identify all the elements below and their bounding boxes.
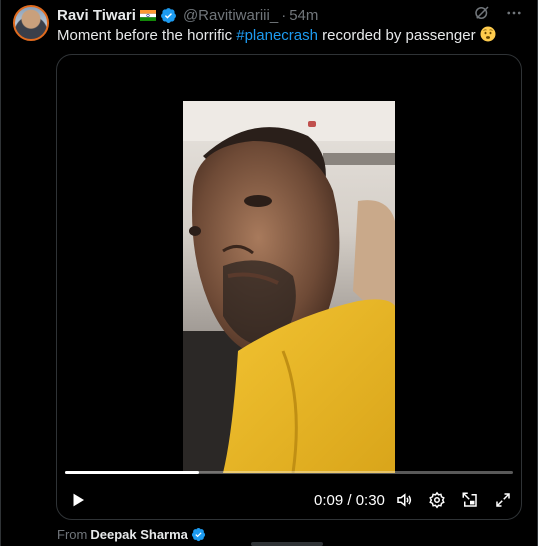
tweet-card[interactable]: Ravi Tiwari @Ravitiwariii_ · 54m Moment … — [0, 0, 538, 546]
verified-badge-icon[interactable] — [160, 7, 177, 24]
video-player[interactable]: 0:09 / 0:30 — [56, 54, 522, 520]
attribution-name[interactable]: Deepak Sharma — [90, 527, 188, 542]
play-icon[interactable] — [69, 491, 87, 509]
scroll-indicator — [251, 542, 323, 546]
video-time-display: 0:09 / 0:30 — [314, 492, 385, 509]
video-still — [183, 101, 395, 473]
display-name[interactable]: Ravi Tiwari — [57, 7, 136, 24]
author-handle[interactable]: @Ravitiwariii_ — [183, 7, 278, 24]
progress-fill — [65, 471, 200, 474]
fullscreen-icon[interactable] — [494, 491, 512, 509]
video-controls: 0:09 / 0:30 — [57, 485, 521, 515]
more-icon[interactable] — [505, 4, 523, 22]
tweet-text-before: Moment before the horrific — [57, 27, 237, 44]
tweet-header: Ravi Tiwari @Ravitiwariii_ · 54m — [57, 6, 318, 24]
timestamp[interactable]: 54m — [289, 7, 318, 24]
hashtag-link[interactable]: #planecrash — [236, 27, 318, 44]
pip-icon[interactable] — [461, 491, 479, 509]
separator-dot: · — [281, 6, 287, 24]
grok-icon[interactable] — [473, 4, 491, 22]
attribution-line: From Deepak Sharma — [57, 527, 206, 542]
settings-icon[interactable] — [428, 491, 446, 509]
verified-badge-icon[interactable] — [191, 527, 206, 542]
attribution-prefix: From — [57, 527, 88, 542]
volume-icon[interactable] — [395, 491, 413, 509]
video-frame[interactable] — [183, 101, 395, 473]
tweet-text-after: recorded by passenger — [317, 27, 480, 44]
avatar[interactable] — [13, 5, 49, 41]
fearful-face-emoji — [480, 26, 496, 42]
india-flag-icon — [139, 9, 156, 21]
progress-bar[interactable] — [65, 471, 513, 474]
header-actions — [473, 4, 523, 22]
tweet-text: Moment before the horrific #planecrash r… — [57, 26, 496, 46]
